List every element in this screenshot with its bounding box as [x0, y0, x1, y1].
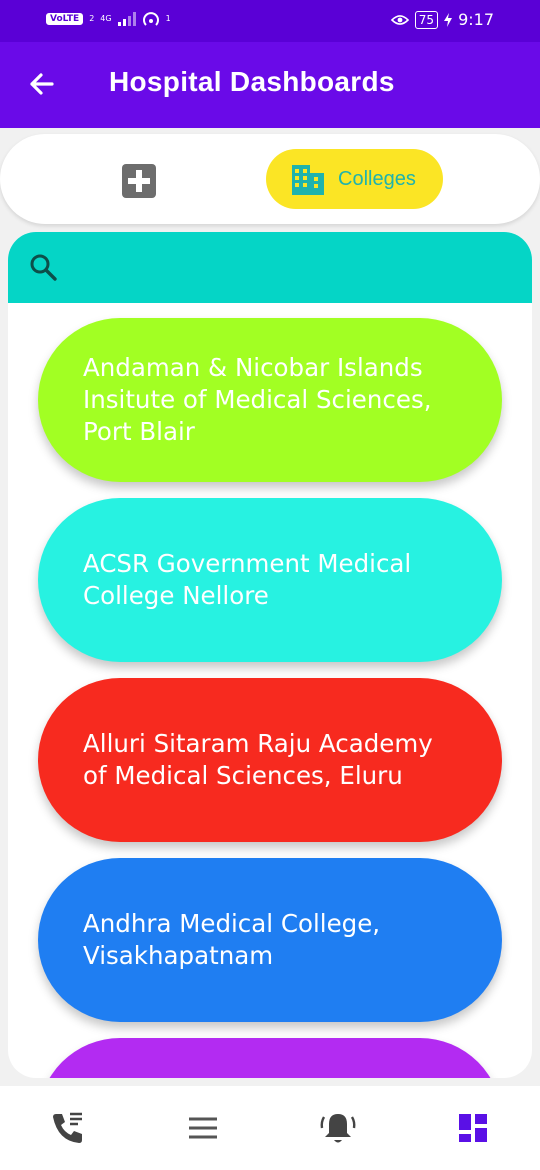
back-button[interactable] — [22, 64, 62, 104]
search-bar — [8, 232, 532, 303]
status-bar: VoLTE 2 4G 1 75 9:17 — [0, 0, 540, 42]
dashboard-icon — [459, 1114, 487, 1142]
nav-alerts-button[interactable] — [318, 1108, 358, 1148]
charging-icon — [444, 12, 453, 27]
college-item[interactable]: Andaman & Nicobar Islands Insitute of Me… — [38, 318, 502, 482]
menu-icon — [189, 1117, 217, 1139]
tab-colleges-label: Colleges — [338, 167, 416, 190]
eye-icon — [390, 14, 409, 25]
bell-ring-icon — [320, 1114, 356, 1143]
tab-hospitals[interactable] — [120, 162, 158, 200]
clock: 9:17 — [458, 10, 494, 29]
medical-cross-icon — [122, 164, 156, 198]
hotspot-count: 1 — [165, 14, 171, 23]
college-name: Alluri Sitaram Raju Academy of Medical S… — [83, 729, 433, 790]
college-name: ACSR Government Medical College Nellore — [83, 549, 412, 610]
building-icon — [292, 165, 324, 195]
bottom-nav — [0, 1086, 540, 1170]
colleges-list-card: Andaman & Nicobar Islands Insitute of Me… — [8, 232, 532, 1078]
nav-menu-button[interactable] — [183, 1108, 223, 1148]
arrow-left-icon — [30, 73, 54, 95]
tab-colleges[interactable]: Colleges — [266, 149, 443, 209]
phone-contacts-icon — [53, 1112, 82, 1143]
dashboard-tabs: Colleges — [0, 134, 540, 224]
college-item[interactable]: Andhra Medical College, Visakhapatnam — [38, 858, 502, 1022]
page-title: Hospital Dashboards — [109, 66, 395, 97]
volte-indicator: VoLTE — [46, 13, 84, 25]
college-item[interactable]: Alluri Sitaram Raju Academy of Medical S… — [38, 678, 502, 842]
search-icon — [30, 254, 57, 281]
app-bar: Hospital Dashboards — [0, 42, 540, 128]
sim-slot: 2 — [89, 14, 95, 23]
network-type: 4G — [100, 14, 112, 23]
college-name: Andaman & Nicobar Islands Insitute of Me… — [83, 353, 432, 446]
search-input[interactable] — [72, 246, 512, 288]
battery-level: 75 — [414, 10, 439, 29]
signal-icon — [117, 12, 136, 26]
hotspot-icon — [142, 12, 159, 26]
college-item[interactable]: ACSR Government Medical College Nellore — [38, 498, 502, 662]
nav-dashboard-button[interactable] — [453, 1108, 493, 1148]
college-name: Andhra Medical College, Visakhapatnam — [83, 909, 381, 970]
nav-contacts-button[interactable] — [48, 1108, 88, 1148]
college-item[interactable] — [38, 1038, 502, 1078]
